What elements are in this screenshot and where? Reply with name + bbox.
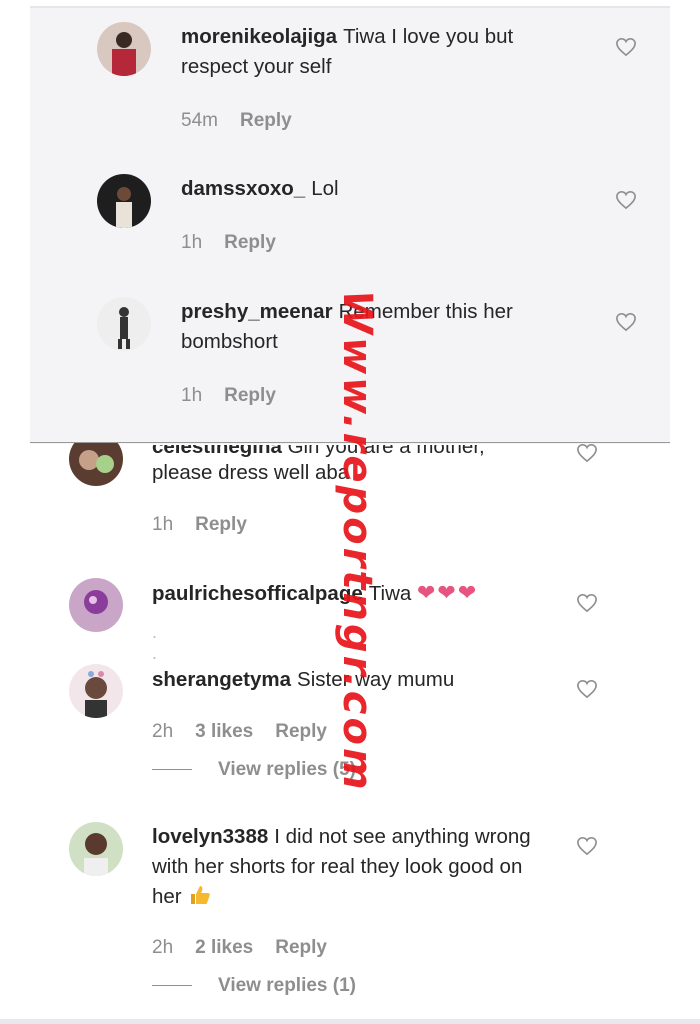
- view-replies-button[interactable]: View replies (5): [152, 759, 356, 781]
- avatar[interactable]: [69, 822, 123, 876]
- comment-username[interactable]: morenikeolajiga: [181, 25, 337, 48]
- comment-time: 1h: [181, 232, 203, 253]
- comment-text: damssxoxo_ Lol: [181, 174, 581, 204]
- comment-text: preshy_meenar Remember this her bombshort: [181, 297, 581, 357]
- thumbs-up-emoji: [188, 883, 212, 907]
- reply-button[interactable]: Reply: [224, 385, 276, 406]
- comment-time: 1h: [152, 514, 174, 535]
- comment-meta: 1h Reply: [181, 385, 298, 407]
- heart-outline-icon[interactable]: [576, 836, 598, 856]
- avatar[interactable]: [69, 578, 123, 632]
- heart-emojis: ❤❤❤: [417, 580, 479, 605]
- replies-line: [152, 769, 192, 771]
- avatar[interactable]: [97, 22, 151, 76]
- reply-button[interactable]: Reply: [224, 232, 276, 253]
- separator-dots: . .: [152, 622, 158, 663]
- comment-meta: 1h Reply: [152, 514, 269, 536]
- heart-outline-icon[interactable]: [615, 190, 637, 210]
- comment-username[interactable]: preshy_meenar: [181, 300, 333, 323]
- comments-screen: morenikeolajiga Tiwa I love you but respe…: [0, 0, 700, 1024]
- comment-time: 2h: [152, 937, 174, 958]
- likes-count[interactable]: 3 likes: [195, 721, 253, 742]
- comment-username[interactable]: damssxoxo_: [181, 177, 305, 200]
- comment-username[interactable]: sherangetyma: [152, 668, 291, 691]
- comment-meta: 2h 2 likes Reply: [152, 937, 349, 959]
- reply-button[interactable]: Reply: [240, 110, 292, 131]
- reply-button[interactable]: Reply: [275, 937, 327, 958]
- comment-text: morenikeolajiga Tiwa I love you but respe…: [181, 22, 581, 82]
- reply-button[interactable]: Reply: [275, 721, 327, 742]
- heart-outline-icon[interactable]: [576, 443, 598, 463]
- heart-outline-icon[interactable]: [615, 37, 637, 57]
- comment-time: 54m: [181, 110, 218, 131]
- avatar[interactable]: [69, 664, 123, 718]
- comment-username[interactable]: lovelyn3388: [152, 825, 268, 848]
- comment-meta: 54m Reply: [181, 110, 314, 132]
- bottom-border: [0, 1019, 700, 1024]
- likes-count[interactable]: 2 likes: [195, 937, 253, 958]
- comment-text: lovelyn3388 I did not see anything wrong …: [152, 822, 532, 912]
- comment-body: Lol: [311, 177, 339, 200]
- avatar[interactable]: [97, 297, 151, 351]
- watermark: Www.reportngr.com: [334, 290, 380, 793]
- heart-outline-icon[interactable]: [615, 312, 637, 332]
- comment-time: 1h: [181, 385, 203, 406]
- reply-button[interactable]: Reply: [195, 514, 247, 535]
- view-replies-button[interactable]: View replies (1): [152, 975, 356, 997]
- comment-time: 2h: [152, 721, 174, 742]
- heart-outline-icon[interactable]: [576, 593, 598, 613]
- comment-meta: 2h 3 likes Reply: [152, 721, 349, 743]
- comment-meta: 1h Reply: [181, 232, 298, 254]
- heart-outline-icon[interactable]: [576, 679, 598, 699]
- replies-line: [152, 985, 192, 987]
- avatar[interactable]: [97, 174, 151, 228]
- comment-username[interactable]: paulrichesofficalpage: [152, 582, 363, 605]
- view-replies-label: View replies (1): [218, 975, 356, 996]
